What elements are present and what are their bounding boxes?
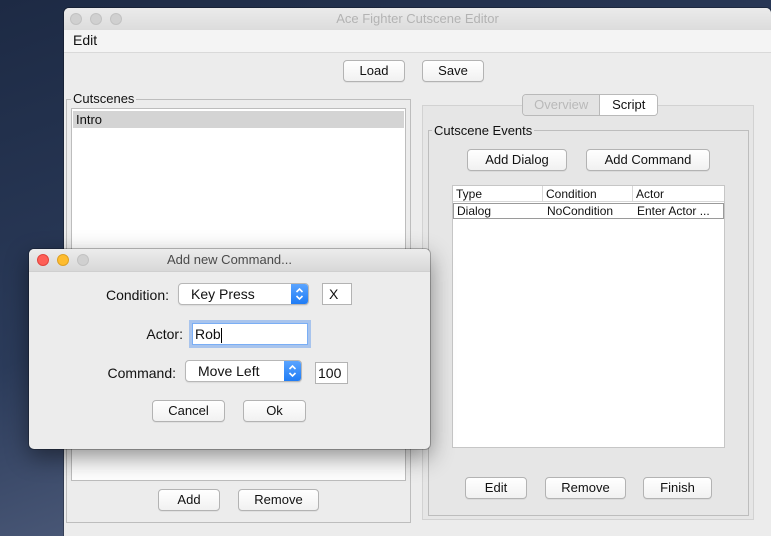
events-table[interactable]: Type Condition Actor Dialog NoCondition …	[452, 185, 725, 448]
column-header-type[interactable]: Type	[453, 186, 543, 202]
save-button[interactable]: Save	[422, 60, 484, 82]
remove-event-button[interactable]: Remove	[545, 477, 626, 499]
condition-dropdown[interactable]: Key Press	[178, 283, 309, 305]
cutscenes-title: Cutscenes	[71, 91, 137, 106]
main-title-bar[interactable]: Ace Fighter Cutscene Editor	[64, 8, 771, 31]
menu-edit[interactable]: Edit	[73, 32, 97, 48]
tab-script[interactable]: Script	[600, 95, 657, 115]
close-button[interactable]	[37, 254, 49, 266]
command-amount-field[interactable]: 100	[315, 362, 348, 384]
list-item[interactable]: Intro	[73, 111, 404, 128]
condition-value: Key Press	[191, 286, 255, 302]
chevron-up-down-icon	[284, 361, 301, 381]
minimize-button[interactable]	[90, 13, 102, 25]
cutscene-events-title: Cutscene Events	[432, 123, 535, 138]
zoom-button[interactable]	[77, 254, 89, 266]
add-dialog-button[interactable]: Add Dialog	[467, 149, 567, 171]
cell-condition: NoCondition	[547, 204, 614, 218]
minimize-button[interactable]	[57, 254, 69, 266]
chevron-up-down-icon	[291, 284, 308, 304]
command-value: Move Left	[198, 363, 260, 379]
condition-key-field[interactable]: X	[322, 283, 352, 305]
add-command-button[interactable]: Add Command	[586, 149, 710, 171]
actor-input[interactable]: Rob	[192, 323, 308, 345]
edit-event-button[interactable]: Edit	[465, 477, 527, 499]
condition-label: Condition:	[105, 287, 169, 303]
column-header-condition[interactable]: Condition	[543, 186, 633, 202]
menu-bar: Edit	[64, 30, 771, 53]
close-button[interactable]	[70, 13, 82, 25]
command-dropdown[interactable]: Move Left	[185, 360, 302, 382]
ok-button[interactable]: Ok	[243, 400, 306, 422]
add-command-dialog: Add new Command... Condition: Key Press …	[29, 249, 430, 449]
command-label: Command:	[107, 365, 176, 381]
load-button[interactable]: Load	[343, 60, 405, 82]
actor-value: Rob	[195, 326, 221, 342]
tab-bar: Overview Script	[522, 94, 658, 116]
dialog-title-bar[interactable]: Add new Command...	[29, 249, 430, 272]
add-cutscene-button[interactable]: Add	[158, 489, 220, 511]
dialog-title: Add new Command...	[166, 252, 292, 267]
cell-actor: Enter Actor ...	[637, 204, 710, 218]
finish-button[interactable]: Finish	[643, 477, 712, 499]
zoom-button[interactable]	[110, 13, 122, 25]
column-header-actor[interactable]: Actor	[633, 186, 724, 202]
tab-overview[interactable]: Overview	[523, 95, 601, 115]
text-caret	[220, 327, 222, 343]
cancel-button[interactable]: Cancel	[152, 400, 225, 422]
actor-label: Actor:	[146, 326, 183, 342]
window-title: Ace Fighter Cutscene Editor	[336, 11, 499, 26]
remove-cutscene-button[interactable]: Remove	[238, 489, 319, 511]
cell-type: Dialog	[457, 204, 492, 218]
